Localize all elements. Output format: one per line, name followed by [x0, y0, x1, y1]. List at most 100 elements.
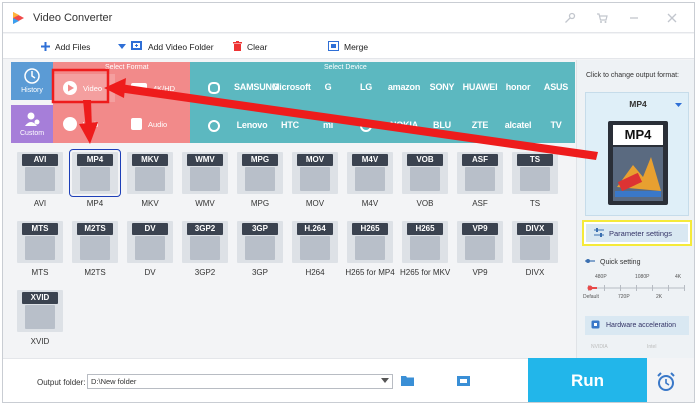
- clear-button[interactable]: Clear: [233, 40, 267, 54]
- audio-tab[interactable]: Audio: [121, 110, 187, 138]
- device-htc-button[interactable]: HTC: [272, 112, 308, 138]
- category-panel: History Custom Select Format Video 4K/HD: [11, 62, 575, 143]
- open-folder-icon[interactable]: [457, 375, 470, 389]
- format-badge: MKV: [132, 154, 168, 166]
- format-divx-tile[interactable]: DIVX DIVX: [510, 219, 560, 281]
- format-m2ts-tile[interactable]: M2TS M2TS: [70, 219, 120, 281]
- custom-user-icon: [25, 112, 40, 126]
- alarm-clock-icon[interactable]: [655, 371, 677, 393]
- device-honor-button[interactable]: honor: [500, 74, 536, 100]
- device-nokia-button[interactable]: NOKIA: [386, 112, 422, 138]
- device-motorola-button[interactable]: [196, 112, 232, 138]
- device-blackberry-button[interactable]: [348, 112, 384, 138]
- format-ts-tile[interactable]: TS TS: [510, 150, 560, 212]
- device-tv-button[interactable]: TV: [538, 112, 574, 138]
- video-tab[interactable]: Video: [53, 74, 115, 102]
- device-huawei-button[interactable]: HUAWEI: [462, 74, 498, 100]
- device-samsung-button[interactable]: SAMSUNG: [234, 74, 279, 100]
- add-video-folder-button[interactable]: Add Video Folder: [118, 40, 214, 54]
- format-badge: VP9: [462, 223, 498, 235]
- hd-tab-label: 4K/HD: [153, 83, 176, 93]
- device-zte-button[interactable]: ZTE: [462, 112, 498, 138]
- format-icon: AVI: [17, 152, 63, 194]
- run-button[interactable]: Run: [528, 358, 647, 402]
- format-icon: DV: [127, 221, 173, 263]
- folder-add-icon: [131, 41, 143, 53]
- output-format-badge: MP4: [613, 125, 663, 145]
- device-apple-button[interactable]: [196, 74, 232, 100]
- parameter-settings-button[interactable]: Parameter settings: [582, 220, 692, 246]
- format-mp4-tile[interactable]: MP4 MP4: [69, 149, 121, 212]
- format-vob-tile[interactable]: VOB VOB: [400, 150, 450, 212]
- format-3gp-tile[interactable]: 3GP 3GP: [235, 219, 285, 281]
- format-label: DV: [144, 268, 156, 277]
- nvidia-option[interactable]: NVIDIA: [591, 341, 608, 352]
- format-mkv-tile[interactable]: MKV MKV: [125, 150, 175, 212]
- format-mov-tile[interactable]: MOV MOV: [290, 150, 340, 212]
- output-footer: Output folder:: [3, 358, 575, 402]
- format-badge: ASF: [462, 154, 498, 166]
- quality-slider[interactable]: 480P 1080P 4K Default 720P 2K: [583, 274, 687, 300]
- device-sony-button[interactable]: SONY: [424, 74, 460, 100]
- format-xvid-tile[interactable]: XVID XVID: [15, 288, 65, 350]
- format-label: 3GP2: [194, 268, 216, 277]
- device-lg-button[interactable]: LG: [348, 74, 384, 100]
- output-folder-label: Output folder:: [37, 378, 86, 387]
- format-asf-tile[interactable]: ASF ASF: [455, 150, 505, 212]
- format-dv-tile[interactable]: DV DV: [125, 219, 175, 281]
- custom-label: Custom: [19, 130, 45, 137]
- format-thumbnail-icon: [520, 236, 550, 260]
- format-badge: M4V: [352, 154, 388, 166]
- format-badge: DV: [132, 223, 168, 235]
- device-asus-button[interactable]: ASUS: [538, 74, 574, 100]
- audio-tab-label: Audio: [148, 119, 168, 129]
- format-icon: ASF: [457, 152, 503, 194]
- key-icon[interactable]: [561, 9, 579, 27]
- hardware-acceleration-button[interactable]: Hardware acceleration: [585, 316, 689, 335]
- minimize-icon[interactable]: [625, 9, 643, 27]
- format-icon: WMV: [182, 152, 228, 194]
- close-icon[interactable]: [663, 9, 681, 27]
- format-m4v-tile[interactable]: M4V M4V: [345, 150, 395, 212]
- quick-setting-label: Quick setting: [600, 258, 641, 266]
- output-format-card[interactable]: MP4 MP4: [585, 92, 689, 216]
- device-g-button[interactable]: G: [310, 74, 346, 100]
- format-mpg-tile[interactable]: MPG MPG: [235, 150, 285, 212]
- web-tab[interactable]: Web: [53, 110, 115, 138]
- hd-icon: [131, 82, 147, 94]
- output-folder-dropdown-icon[interactable]: [381, 377, 391, 387]
- history-button[interactable]: History: [11, 62, 53, 100]
- device-amazon-button[interactable]: amazon: [386, 74, 422, 100]
- dropdown-arrow-icon[interactable]: [118, 42, 126, 52]
- hd-tab[interactable]: 4K/HD: [121, 74, 187, 102]
- format-3gp2-tile[interactable]: 3GP2 3GP2: [180, 219, 230, 281]
- browse-folder-icon[interactable]: [401, 375, 415, 389]
- chevron-down-icon[interactable]: [675, 101, 682, 110]
- format-badge: MTS: [22, 223, 58, 235]
- sliders-icon: [594, 227, 604, 239]
- format-wmv-tile[interactable]: WMV WMV: [180, 150, 230, 212]
- format-h264-tile[interactable]: H.264 H264: [290, 219, 340, 281]
- device-lenovo-button[interactable]: Lenovo: [234, 112, 270, 138]
- format-icon: H265: [402, 221, 448, 263]
- add-files-button[interactable]: Add Files: [41, 40, 90, 54]
- format-h265-for-mp4-tile[interactable]: H265 H265 for MP4: [345, 219, 395, 281]
- format-vp9-tile[interactable]: VP9 VP9: [455, 219, 505, 281]
- output-folder-input[interactable]: [87, 374, 393, 389]
- select-format-label: Select Format: [105, 64, 149, 71]
- cart-icon[interactable]: [593, 9, 611, 27]
- format-thumbnail-icon: [410, 236, 440, 260]
- device-mi-button[interactable]: mi: [310, 112, 346, 138]
- format-badge: TS: [517, 154, 553, 166]
- intel-option[interactable]: Intel: [647, 341, 656, 352]
- format-mts-tile[interactable]: MTS MTS: [15, 219, 65, 281]
- device-alcatel-button[interactable]: alcatel: [500, 112, 536, 138]
- device-blu-button[interactable]: BLU: [424, 112, 460, 138]
- video-play-icon: [63, 81, 77, 95]
- device-microsoft-button[interactable]: Microsoft: [272, 74, 311, 100]
- custom-button[interactable]: Custom: [11, 105, 53, 143]
- format-h265-for-mkv-tile[interactable]: H265 H265 for MKV: [400, 219, 450, 281]
- merge-button[interactable]: Merge: [328, 40, 368, 54]
- format-avi-tile[interactable]: AVI AVI: [15, 150, 65, 212]
- format-badge: MPG: [242, 154, 278, 166]
